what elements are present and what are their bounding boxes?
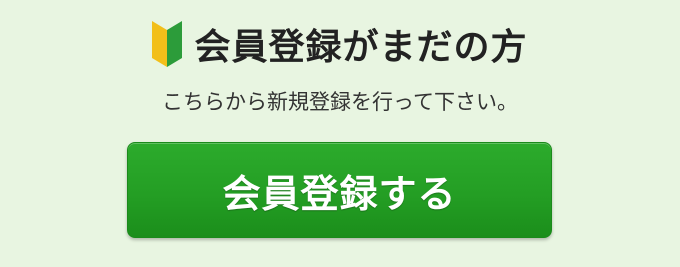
register-button[interactable]: 会員登録する: [127, 142, 552, 238]
register-button-label: 会員登録する: [222, 171, 457, 216]
registration-panel: 会員登録がまだの方 こちらから新規登録を行って下さい。 会員登録する: [0, 0, 680, 267]
heading-row: 会員登録がまだの方: [0, 14, 680, 74]
section-description: こちらから新規登録を行って下さい。: [162, 90, 518, 114]
beginner-mark-icon: [152, 21, 183, 67]
section-heading: 会員登録がまだの方: [194, 27, 528, 68]
